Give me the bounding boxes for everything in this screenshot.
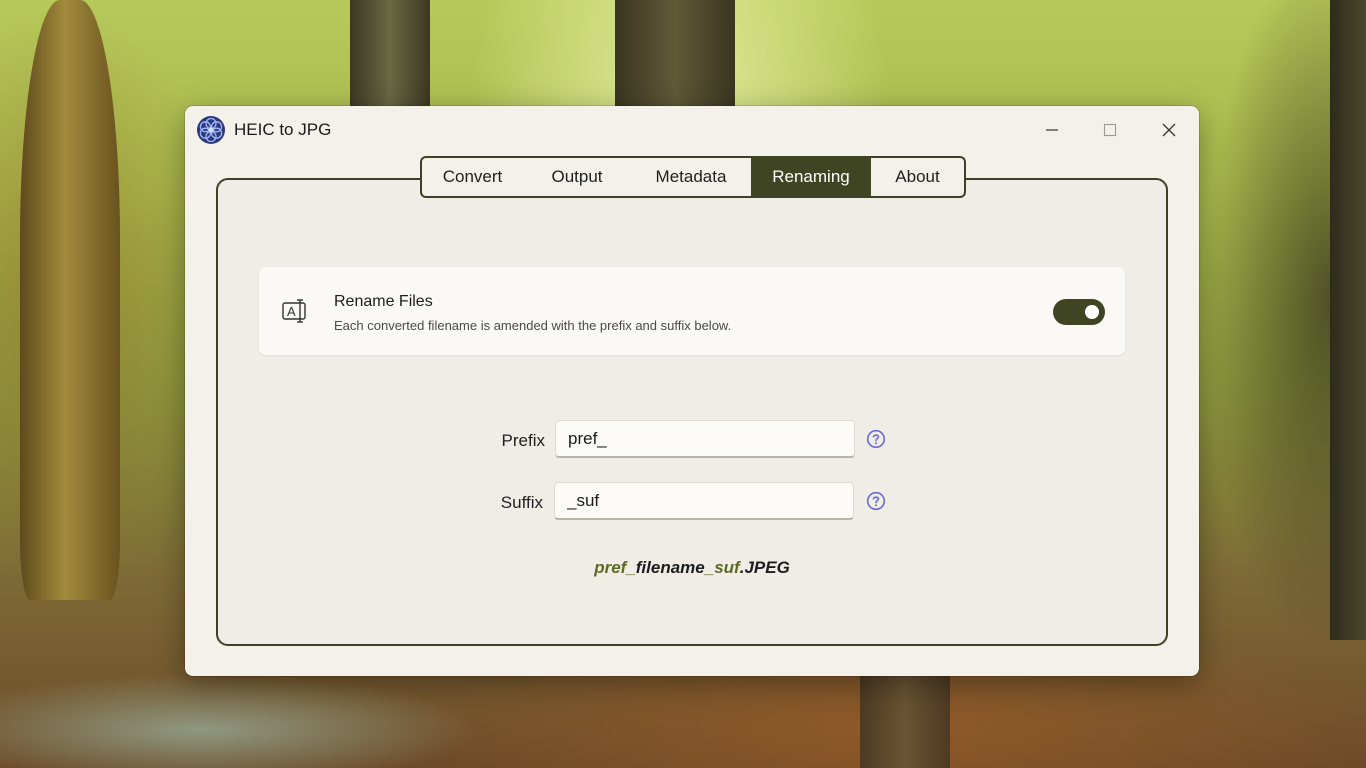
rename-files-card: A Rename Files Each converted filename i… [259,267,1125,355]
maximize-icon [1103,123,1117,137]
wallpaper-tree-trunk [615,0,735,110]
minimize-icon [1046,129,1058,131]
help-circle-icon[interactable] [866,491,886,511]
tab-metadata[interactable]: Metadata [631,158,751,196]
close-button[interactable] [1146,112,1192,148]
maximize-button[interactable] [1087,112,1133,148]
prefix-input[interactable] [555,420,855,458]
wallpaper-tree-trunk [350,0,430,110]
tab-bar: Convert Output Metadata Renaming About [420,156,966,198]
wallpaper-tree-trunk [1330,0,1366,640]
wallpaper-tree-trunk [860,660,950,768]
app-window: HEIC to JPG Convert Output Metadata Rena… [185,106,1199,676]
suffix-label: Suffix [500,493,543,512]
preview-suffix: _suf [704,558,740,577]
suffix-input[interactable] [554,482,854,520]
tab-renaming[interactable]: Renaming [751,158,871,196]
preview-extension: .JPEG [739,558,790,577]
prefix-label: Prefix [501,431,545,450]
rename-files-title: Rename Files [334,293,433,310]
svg-text:A: A [287,304,296,319]
filename-preview: pref_filename_suf.JPEG [185,558,1199,578]
tab-about[interactable]: About [871,158,964,196]
tab-convert[interactable]: Convert [422,158,523,196]
minimize-button[interactable] [1029,112,1075,148]
rename-text-icon: A [282,299,306,323]
title-bar[interactable]: HEIC to JPG [185,106,1199,154]
close-icon [1162,123,1176,137]
help-circle-icon[interactable] [866,429,886,449]
rename-files-description: Each converted filename is amended with … [334,318,732,333]
preview-filename: filename [635,558,705,577]
window-title: HEIC to JPG [234,120,332,139]
flower-logo-icon [197,116,225,144]
preview-prefix: pref_ [594,558,636,577]
toggle-knob [1085,305,1099,319]
rename-files-toggle[interactable] [1053,299,1105,325]
tab-output[interactable]: Output [523,158,631,196]
wallpaper-tree-trunk [20,0,120,600]
